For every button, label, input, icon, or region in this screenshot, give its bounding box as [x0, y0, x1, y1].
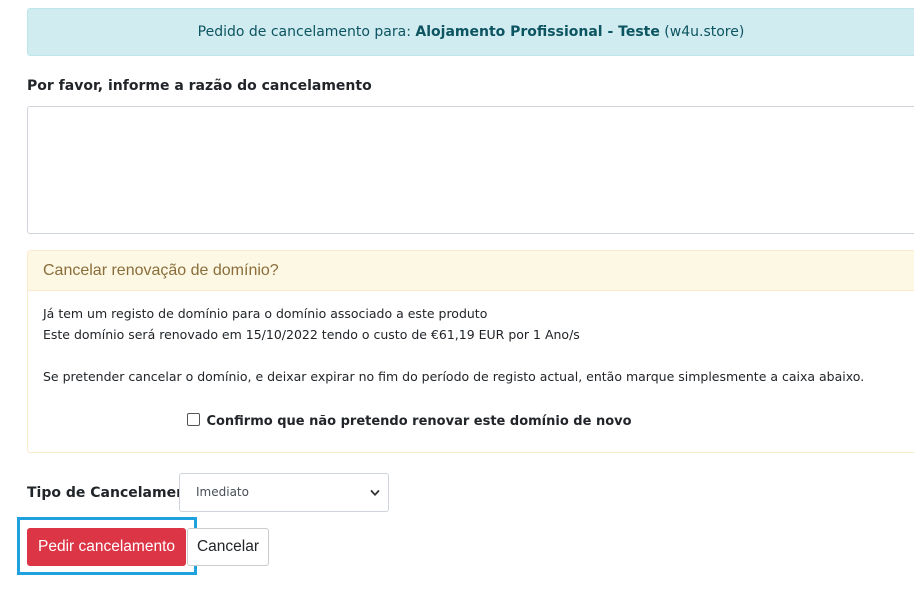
- alert-domain: (w4u.store): [664, 24, 745, 40]
- request-cancellation-button[interactable]: Pedir cancelamento: [27, 528, 186, 566]
- confirm-no-renew-checkbox[interactable]: [187, 413, 201, 426]
- confirm-row: Confirmo que não pretendo renovar este d…: [28, 412, 914, 432]
- domain-info-line-3: Se pretender cancelar o domínio, e deixa…: [43, 369, 865, 384]
- cancellation-page: Pedido de cancelamento para: Alojamento …: [0, 0, 914, 589]
- domain-card-body: Já tem um registo de domínio para o domí…: [28, 291, 914, 387]
- domain-card-title: Cancelar renovação de domínio?: [28, 251, 914, 291]
- alert-text: Pedido de cancelamento para: Alojamento …: [198, 9, 745, 55]
- cancellation-type-label: Tipo de Cancelamento: [27, 485, 203, 501]
- domain-renewal-card: Cancelar renovação de domínio? Já tem um…: [27, 250, 914, 453]
- confirm-no-renew-text: Confirmo que não pretendo renovar este d…: [206, 414, 632, 429]
- domain-info-line-1: Já tem um registo de domínio para o domí…: [43, 306, 488, 321]
- reason-label: Por favor, informe a razão do cancelamen…: [27, 78, 372, 94]
- confirm-no-renew-label[interactable]: Confirmo que não pretendo renovar este d…: [187, 412, 632, 432]
- cancellation-type-select[interactable]: Imediato: [179, 473, 389, 512]
- alert-product-name: Alojamento Profissional - Teste: [415, 24, 660, 40]
- domain-info-line-2: Este domínio será renovado em 15/10/2022…: [43, 327, 580, 342]
- alert-prefix: Pedido de cancelamento para:: [197, 24, 411, 40]
- cancellation-info-alert: Pedido de cancelamento para: Alojamento …: [27, 8, 914, 56]
- cancellation-type-selected: Imediato: [196, 485, 249, 499]
- cancel-button[interactable]: Cancelar: [187, 528, 269, 566]
- chevron-down-icon: [370, 490, 380, 496]
- reason-textarea[interactable]: [27, 106, 914, 234]
